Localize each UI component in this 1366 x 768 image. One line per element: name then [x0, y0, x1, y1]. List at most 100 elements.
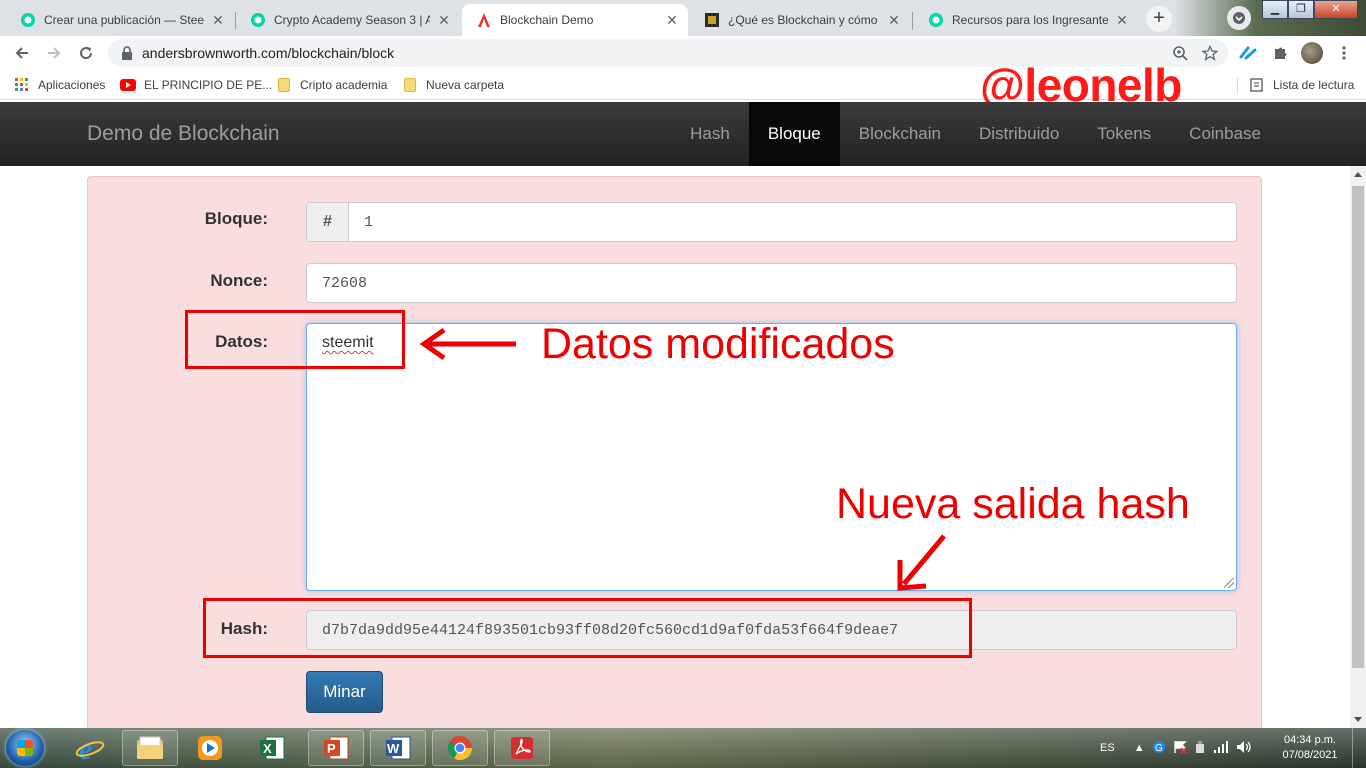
word-icon[interactable]: W: [370, 730, 426, 766]
star-icon[interactable]: [1198, 41, 1222, 65]
nav-hash[interactable]: Hash: [671, 102, 749, 166]
nav-distribuido[interactable]: Distribuido: [960, 102, 1078, 166]
site-brand[interactable]: Demo de Blockchain: [87, 122, 280, 146]
bookmark-label: Nueva carpeta: [426, 78, 505, 92]
reading-list-label: Lista de lectura: [1273, 78, 1355, 92]
chevron-down-icon: [1233, 12, 1245, 24]
start-button[interactable]: [6, 730, 44, 766]
maximize-button[interactable]: ❐: [1288, 0, 1314, 19]
tray-expand-icon[interactable]: ▲: [1134, 742, 1145, 754]
powerpoint-icon[interactable]: P: [308, 730, 364, 766]
page-content: Bloque: # 1 Nonce: 72608 Datos: steemit …: [0, 166, 1350, 728]
steemit-icon: [928, 12, 944, 28]
folder-icon: [276, 77, 292, 93]
taskbar-clock[interactable]: 04:34 p.m. 07/08/2021: [1276, 733, 1344, 763]
scroll-thumb[interactable]: [1352, 186, 1364, 668]
usb-icon[interactable]: [1194, 740, 1206, 757]
nonce-input[interactable]: 72608: [306, 263, 1237, 303]
resize-handle[interactable]: [1224, 578, 1234, 588]
media-player-icon[interactable]: [182, 730, 238, 766]
minimize-button[interactable]: ▁: [1262, 0, 1288, 19]
acrobat-icon[interactable]: [494, 730, 550, 766]
tab-close-icon[interactable]: ✕: [436, 12, 452, 28]
tab-crypto-academy[interactable]: Crypto Academy Season 3 | Advanced ✕: [236, 4, 460, 36]
hash-highlight-box: [203, 598, 972, 658]
volume-icon[interactable]: [1236, 740, 1252, 757]
clock-date: 07/08/2021: [1282, 749, 1338, 761]
window-controls: ▁ ❐ ✕: [1262, 0, 1358, 20]
nav-coinbase[interactable]: Coinbase: [1170, 102, 1280, 166]
forward-button[interactable]: [42, 41, 66, 65]
ie-icon[interactable]: e: [62, 730, 118, 766]
anders-logo-icon: [476, 12, 492, 28]
puzzle-icon[interactable]: [1268, 41, 1292, 65]
explorer-icon[interactable]: [122, 730, 178, 766]
network-icon[interactable]: G: [1152, 740, 1166, 757]
nonce-value: 72608: [322, 274, 368, 292]
lock-icon[interactable]: [120, 46, 134, 60]
tab-close-icon[interactable]: ✕: [210, 12, 226, 28]
bookmark-apps[interactable]: Aplicaciones: [14, 76, 105, 94]
arrow-down-left-annotation-icon: [897, 534, 946, 591]
arrow-left-annotation-icon: [419, 327, 516, 361]
page-icon: [704, 12, 720, 28]
tab-que-es-blockchain[interactable]: ¿Qué es Blockchain y cómo funciona? ✕: [690, 4, 910, 36]
signal-icon[interactable]: [1213, 740, 1229, 757]
new-tab-button[interactable]: +: [1146, 6, 1172, 32]
tab-separator: [912, 12, 913, 30]
svg-text:X: X: [263, 741, 272, 756]
bookmark-label: Aplicaciones: [38, 78, 106, 92]
tab-steemit-publication[interactable]: Crear una publicación — Steemit ✕: [6, 4, 234, 36]
scroll-up-icon[interactable]: [1354, 172, 1362, 177]
show-desktop-button[interactable]: [1352, 728, 1366, 768]
site-navbar: Demo de Blockchain Hash Bloque Blockchai…: [0, 102, 1366, 166]
profile-avatar[interactable]: [1300, 41, 1324, 65]
tab-title: ¿Qué es Blockchain y cómo funciona?: [728, 13, 880, 27]
reload-button[interactable]: [74, 41, 98, 65]
block-label: Bloque:: [204, 209, 268, 228]
tab-close-icon[interactable]: ✕: [886, 12, 902, 28]
tab-title: Blockchain Demo: [500, 13, 594, 27]
steemit-icon: [20, 12, 36, 28]
back-button[interactable]: [10, 41, 34, 65]
folder-icon: [402, 77, 418, 93]
nonce-label: Nonce:: [210, 271, 268, 290]
data-highlight-box: [185, 310, 405, 369]
excel-icon[interactable]: X: [244, 730, 300, 766]
tab-recursos-ingresantes[interactable]: Recursos para los Ingresantes ✕: [914, 4, 1138, 36]
page-scrollbar[interactable]: [1350, 166, 1366, 728]
site-nav-links: Hash Bloque Blockchain Distribuido Token…: [671, 102, 1366, 166]
flag-icon[interactable]: [1173, 740, 1187, 757]
menu-icon[interactable]: [1332, 41, 1356, 65]
svg-text:W: W: [387, 741, 400, 756]
extension-icon[interactable]: [1236, 41, 1260, 65]
system-tray: ES ▲ G: [1100, 728, 1252, 768]
nav-blockchain[interactable]: Blockchain: [840, 102, 960, 166]
tab-title: Recursos para los Ingresantes: [952, 13, 1108, 27]
block-number-input[interactable]: 1: [349, 214, 373, 231]
reading-list-button[interactable]: Lista de lectura: [1249, 76, 1354, 94]
annotation-data-modified: Datos modificados: [541, 320, 895, 368]
bookmark-label: Cripto academia: [300, 78, 388, 92]
chrome-icon[interactable]: [432, 730, 488, 766]
arrow-left-icon: [15, 47, 28, 59]
tab-close-icon[interactable]: ✕: [1114, 12, 1130, 28]
tab-search-button[interactable]: [1227, 6, 1251, 30]
extensions-area: [1236, 41, 1356, 65]
tab-close-icon[interactable]: ✕: [664, 12, 680, 28]
tab-title: Crear una publicación — Steemit: [44, 13, 204, 27]
bookmark-youtube[interactable]: EL PRINCIPIO DE PE...: [120, 76, 272, 94]
mine-button[interactable]: Minar: [306, 671, 383, 713]
language-indicator[interactable]: ES: [1100, 742, 1115, 754]
annotation-new-hash: Nueva salida hash: [836, 480, 1190, 528]
tab-strip: Crear una publicación — Steemit ✕ Crypto…: [0, 0, 1366, 36]
nav-bloque[interactable]: Bloque: [748, 102, 840, 166]
bookmark-folder-cripto[interactable]: Cripto academia: [276, 76, 387, 94]
scroll-down-icon[interactable]: [1354, 717, 1362, 722]
reading-list-icon: [1249, 77, 1265, 93]
tab-blockchain-demo[interactable]: Blockchain Demo ✕: [462, 4, 688, 36]
bookmark-folder-nueva[interactable]: Nueva carpeta: [402, 76, 504, 94]
window-close-button[interactable]: ✕: [1314, 0, 1358, 19]
svg-text:P: P: [327, 741, 336, 756]
nav-tokens[interactable]: Tokens: [1078, 102, 1170, 166]
